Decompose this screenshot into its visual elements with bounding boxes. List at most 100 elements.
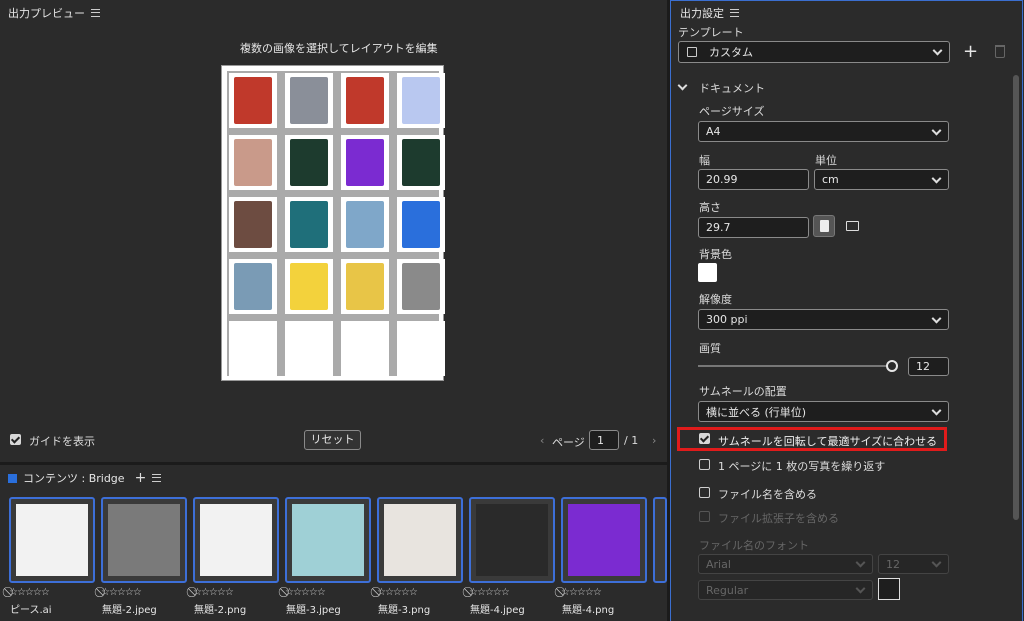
sheet-cell[interactable] — [285, 259, 333, 314]
filmstrip-filename: 無題-4.jpeg — [470, 605, 525, 616]
sheet-cell[interactable] — [285, 73, 333, 128]
sheet-thumbnail[interactable] — [402, 139, 440, 186]
sheet-thumbnail[interactable] — [402, 77, 440, 124]
sheet-thumbnail[interactable] — [234, 263, 272, 310]
page-size-dropdown[interactable]: A4 — [698, 121, 949, 142]
include-filename-checkbox[interactable] — [699, 487, 710, 498]
sheet-cell[interactable] — [397, 73, 445, 128]
sheet-cell[interactable] — [341, 135, 389, 190]
settings-panel: 出力設定 テンプレート カスタム + ドキュメント ページサイズ A4 幅 単位… — [670, 0, 1024, 621]
sheet-cell[interactable] — [341, 321, 389, 376]
sheet-cell[interactable] — [397, 135, 445, 190]
repeat-checkbox[interactable] — [699, 459, 710, 470]
rating-stars[interactable]: ⃠☆☆☆☆☆ — [562, 587, 602, 598]
sheet-cell[interactable] — [341, 197, 389, 252]
filmstrip-filename: 無題-3.png — [378, 605, 431, 616]
quality-label: 画質 — [699, 342, 721, 355]
add-template-icon[interactable]: + — [963, 41, 978, 62]
rating-stars[interactable]: ⃠☆☆☆☆☆ — [10, 587, 50, 598]
sheet-cell[interactable] — [397, 321, 445, 376]
panel-menu-icon[interactable] — [152, 474, 162, 482]
filmstrip-item[interactable] — [101, 497, 187, 583]
resolution-label: 解像度 — [699, 293, 732, 306]
sheet-cell[interactable] — [229, 73, 277, 128]
page-prev-icon[interactable]: ‹ — [540, 434, 544, 447]
sheet-thumbnail[interactable] — [346, 139, 384, 186]
sheet-cell[interactable] — [229, 135, 277, 190]
sheet-cell[interactable] — [285, 197, 333, 252]
sheet-cell[interactable] — [285, 321, 333, 376]
sheet-thumbnail[interactable] — [290, 201, 328, 248]
quality-field[interactable]: 12 — [908, 357, 949, 376]
preview-caption: 複数の画像を選択してレイアウトを編集 — [240, 42, 438, 55]
rating-stars[interactable]: ⃠☆☆☆☆☆ — [470, 587, 510, 598]
font-style-dropdown: Regular — [698, 580, 873, 600]
panel-menu-icon[interactable] — [91, 9, 100, 17]
sheet-thumbnail[interactable] — [234, 77, 272, 124]
landscape-orientation-icon[interactable] — [846, 221, 859, 231]
sheet-thumbnail[interactable] — [234, 139, 272, 186]
filmstrip-item[interactable] — [469, 497, 555, 583]
portrait-orientation-icon[interactable] — [813, 215, 835, 237]
sheet-thumbnail[interactable] — [346, 77, 384, 124]
guide-checkbox[interactable] — [10, 434, 21, 445]
chevron-down-icon — [931, 557, 942, 568]
sheet-thumbnail[interactable] — [346, 263, 384, 310]
sheet-thumbnail[interactable] — [234, 201, 272, 248]
page-next-icon[interactable]: › — [652, 434, 656, 447]
quality-slider-track[interactable] — [698, 365, 893, 367]
trash-icon[interactable] — [995, 45, 1005, 58]
placement-dropdown[interactable]: 横に並べる (行単位) — [698, 401, 949, 422]
sheet-cell[interactable] — [341, 73, 389, 128]
settings-panel-header: 出力設定 — [680, 5, 739, 21]
rating-stars[interactable]: ⃠☆☆☆☆☆ — [378, 587, 418, 598]
sheet-thumbnail[interactable] — [346, 201, 384, 248]
filmstrip-thumbnail — [292, 504, 364, 576]
include-extension-checkbox — [699, 511, 710, 522]
sheet-thumbnail[interactable] — [402, 201, 440, 248]
sheet-cell[interactable] — [341, 259, 389, 314]
page-number-field[interactable]: 1 — [589, 430, 619, 450]
quality-slider-handle[interactable] — [886, 360, 898, 372]
font-style-value: Regular — [706, 583, 749, 597]
height-label: 高さ — [699, 201, 721, 214]
rotate-fit-checkbox[interactable] — [699, 433, 710, 444]
content-panel-title: コンテンツ : Bridge — [23, 472, 125, 485]
filmstrip-item[interactable] — [9, 497, 95, 583]
filmstrip-item-partial[interactable] — [653, 497, 667, 583]
filmstrip-filename: 無題-4.png — [562, 605, 615, 616]
plus-icon[interactable]: + — [135, 470, 147, 486]
filmstrip-item[interactable] — [193, 497, 279, 583]
sheet-cell[interactable] — [397, 259, 445, 314]
rotate-fit-label: サムネールを回転して最適サイズに合わせる — [718, 435, 938, 448]
rating-stars[interactable]: ⃠☆☆☆☆☆ — [194, 587, 234, 598]
filmstrip-item[interactable] — [561, 497, 647, 583]
template-dropdown[interactable]: カスタム — [678, 41, 950, 63]
font-label: ファイル名のフォント — [699, 539, 809, 552]
guide-label: ガイドを表示 — [29, 435, 95, 448]
filmstrip-filename: 無題-2.png — [194, 605, 247, 616]
sheet-thumbnail[interactable] — [290, 263, 328, 310]
rating-stars[interactable]: ⃠☆☆☆☆☆ — [286, 587, 326, 598]
rating-stars[interactable]: ⃠☆☆☆☆☆ — [102, 587, 142, 598]
resolution-dropdown[interactable]: 300 ppi — [698, 309, 949, 330]
filmstrip-item[interactable] — [377, 497, 463, 583]
panel-menu-icon[interactable] — [730, 9, 739, 17]
reset-button[interactable]: リセット — [304, 430, 361, 450]
unit-dropdown[interactable]: cm — [814, 169, 949, 190]
sheet-cell[interactable] — [285, 135, 333, 190]
background-color-swatch[interactable] — [698, 263, 717, 282]
sheet-cell[interactable] — [229, 197, 277, 252]
sheet-cell[interactable] — [229, 259, 277, 314]
preview-sheet[interactable] — [221, 65, 445, 381]
sheet-thumbnail[interactable] — [290, 139, 328, 186]
template-label: テンプレート — [678, 26, 744, 39]
sheet-cell[interactable] — [229, 321, 277, 376]
sheet-thumbnail[interactable] — [290, 77, 328, 124]
settings-scrollbar[interactable] — [1013, 75, 1019, 520]
sheet-thumbnail[interactable] — [402, 263, 440, 310]
height-field[interactable]: 29.7 — [698, 217, 809, 238]
filmstrip-item[interactable] — [285, 497, 371, 583]
sheet-cell[interactable] — [397, 197, 445, 252]
width-field[interactable]: 20.99 — [698, 169, 809, 190]
